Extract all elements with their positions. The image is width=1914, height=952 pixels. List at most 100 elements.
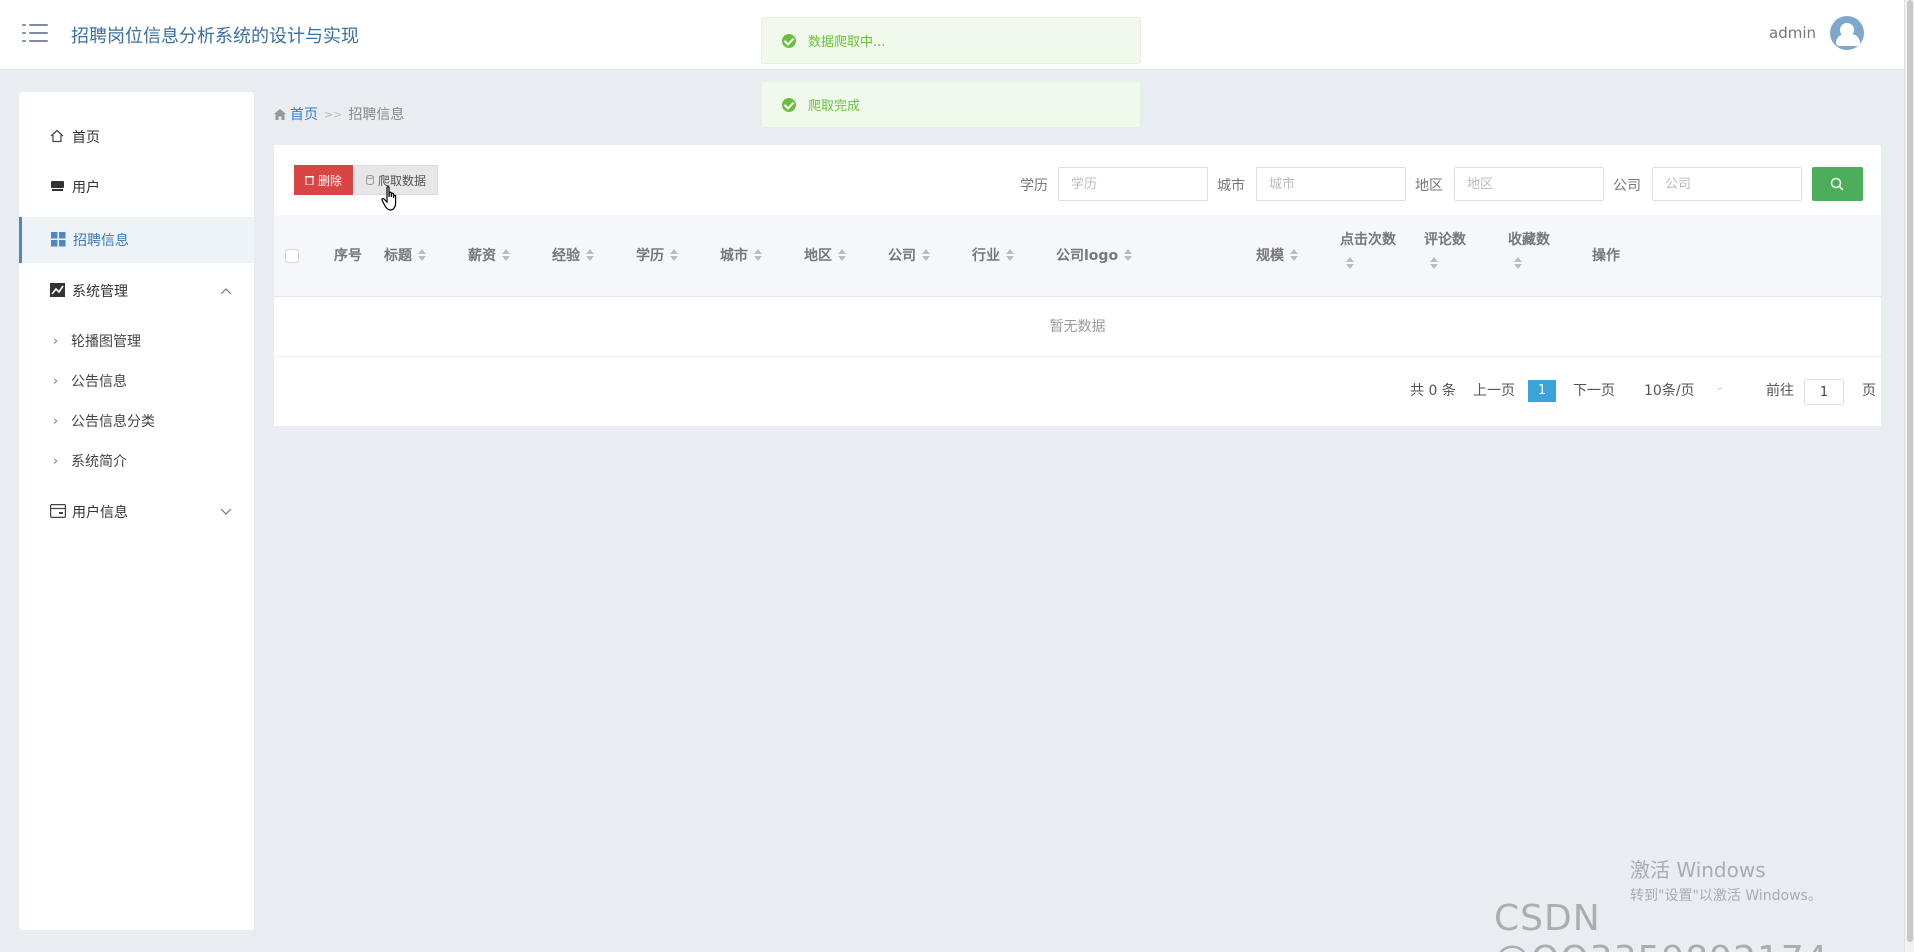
sort-icon: [1124, 249, 1133, 261]
delete-button-label: 删除: [317, 173, 342, 188]
company-input[interactable]: [1652, 167, 1802, 201]
area-input[interactable]: [1454, 167, 1604, 201]
menu-toggle-icon[interactable]: [22, 22, 48, 44]
hand-cursor-icon: [381, 186, 397, 211]
sidebar-subitem-notice-category[interactable]: › 公告信息分类: [19, 403, 254, 439]
column-header-company-logo[interactable]: 公司logo: [1056, 245, 1133, 265]
delete-button[interactable]: 删除: [294, 165, 353, 195]
page-size-value: 10条/页: [1644, 383, 1695, 399]
breadcrumb-separator: >>: [324, 107, 343, 121]
filter-label-education: 学历: [1020, 178, 1048, 194]
sidebar-item-jobs[interactable]: 招聘信息: [19, 217, 254, 263]
sidebar-item-label: 系统管理: [72, 284, 128, 300]
breadcrumb-home-label[interactable]: 首页: [290, 104, 318, 124]
chevron-down-icon[interactable]: [220, 505, 232, 519]
sidebar-subitem-label: 公告信息分类: [71, 414, 155, 430]
breadcrumb-home[interactable]: 首页: [274, 104, 318, 124]
sort-icon: [670, 249, 678, 261]
chevron-down-icon: ⌄: [1714, 380, 1724, 393]
toast-crawl-complete: 爬取完成: [761, 81, 1141, 128]
select-all-checkbox[interactable]: [285, 249, 299, 263]
column-header-comments[interactable]: 评论数: [1424, 229, 1466, 269]
activate-title: 激活 Windows: [1630, 858, 1766, 882]
chevron-right-icon: ›: [53, 413, 59, 429]
city-input[interactable]: [1256, 167, 1406, 201]
sidebar-subitem-notice[interactable]: › 公告信息: [19, 363, 254, 399]
user-menu[interactable]: admin: [1769, 16, 1864, 50]
toast-message: 数据爬取中...: [808, 35, 886, 50]
app-title: 招聘岗位信息分析系统的设计与实现: [71, 26, 359, 47]
database-icon: [365, 175, 374, 185]
sidebar-item-label: 用户: [72, 180, 100, 196]
filter-label-area: 地区: [1415, 178, 1443, 194]
sidebar-item-home[interactable]: 首页: [19, 114, 254, 160]
sidebar: 首页 用户 招聘信息 系统管理 › 轮播图管理 › 公告信息 › 公告信息分类 …: [19, 92, 254, 930]
sort-icon: [418, 249, 426, 261]
card-icon: [50, 504, 67, 520]
column-header-actions: 操作: [1592, 248, 1620, 264]
sidebar-subitem-label: 轮播图管理: [71, 334, 141, 350]
sort-icon: [1346, 257, 1354, 269]
grid-icon: [51, 232, 67, 248]
chart-icon: [50, 283, 66, 299]
page-size-select[interactable]: 10条/页 ⌄: [1644, 380, 1724, 404]
sort-icon: [1430, 257, 1438, 269]
page-scrollbar[interactable]: [1904, 0, 1914, 952]
search-icon: [1830, 177, 1844, 191]
check-circle-icon: [782, 97, 796, 112]
column-header-education[interactable]: 学历: [636, 245, 678, 265]
breadcrumb: 首页 >> 招聘信息: [274, 104, 404, 124]
chevron-right-icon: ›: [53, 373, 59, 389]
toast-crawling: 数据爬取中...: [761, 17, 1141, 64]
sort-icon: [838, 249, 846, 261]
education-input[interactable]: [1058, 167, 1208, 201]
sort-icon: [1290, 249, 1298, 261]
main-panel: 删除 爬取数据 学历 城市 地区 公司 序号 标题 薪资 经验 学历 城市 地区…: [274, 145, 1881, 426]
goto-page-input[interactable]: [1804, 379, 1844, 405]
search-button[interactable]: [1812, 167, 1863, 201]
sort-icon: [1006, 249, 1014, 261]
column-header-city[interactable]: 城市: [720, 245, 762, 265]
chevron-up-icon[interactable]: [220, 284, 232, 298]
column-header-index: 序号: [334, 248, 362, 264]
goto-suffix: 页: [1862, 383, 1876, 399]
column-header-company[interactable]: 公司: [888, 245, 930, 265]
column-header-title[interactable]: 标题: [384, 245, 426, 265]
sidebar-subitem-label: 系统简介: [71, 454, 127, 470]
column-header-clicks[interactable]: 点击次数: [1340, 229, 1396, 269]
user-name[interactable]: admin: [1769, 24, 1816, 42]
breadcrumb-current: 招聘信息: [348, 107, 405, 123]
user-icon: [50, 179, 66, 195]
home-icon: [50, 129, 66, 145]
trash-icon: [304, 176, 314, 185]
sort-icon: [1514, 257, 1522, 269]
sidebar-subitem-carousel[interactable]: › 轮播图管理: [19, 323, 254, 359]
sidebar-subitem-label: 公告信息: [71, 374, 127, 390]
sort-icon: [586, 249, 594, 261]
toast-message: 爬取完成: [808, 99, 861, 114]
column-header-experience[interactable]: 经验: [552, 245, 594, 265]
column-header-industry[interactable]: 行业: [972, 245, 1014, 265]
sidebar-subitem-about[interactable]: › 系统简介: [19, 443, 254, 479]
sidebar-item-label: 用户信息: [72, 505, 128, 521]
sidebar-item-user-info[interactable]: 用户信息: [19, 489, 254, 535]
chevron-right-icon: ›: [53, 453, 59, 469]
table-empty-text: 暂无数据: [274, 297, 1881, 357]
column-header-scale[interactable]: 规模: [1256, 245, 1298, 265]
check-circle-icon: [782, 33, 796, 48]
home-icon: [274, 108, 286, 120]
pagination-next[interactable]: 下一页: [1573, 380, 1615, 400]
column-header-favorites[interactable]: 收藏数: [1508, 229, 1550, 269]
sort-icon: [502, 249, 510, 261]
column-header-area[interactable]: 地区: [804, 245, 846, 265]
column-header-salary[interactable]: 薪资: [468, 245, 510, 265]
csdn-watermark: CSDN @QQ3359892174: [1494, 898, 1828, 952]
goto-prefix: 前往: [1766, 383, 1794, 399]
avatar[interactable]: [1830, 16, 1864, 50]
pagination-prev[interactable]: 上一页: [1473, 380, 1515, 400]
sidebar-item-system[interactable]: 系统管理: [19, 268, 254, 314]
pagination-page-current[interactable]: 1: [1528, 380, 1556, 402]
sort-icon: [922, 249, 930, 261]
sidebar-item-user[interactable]: 用户: [19, 164, 254, 210]
pagination-total: 共 0 条: [1410, 383, 1456, 399]
